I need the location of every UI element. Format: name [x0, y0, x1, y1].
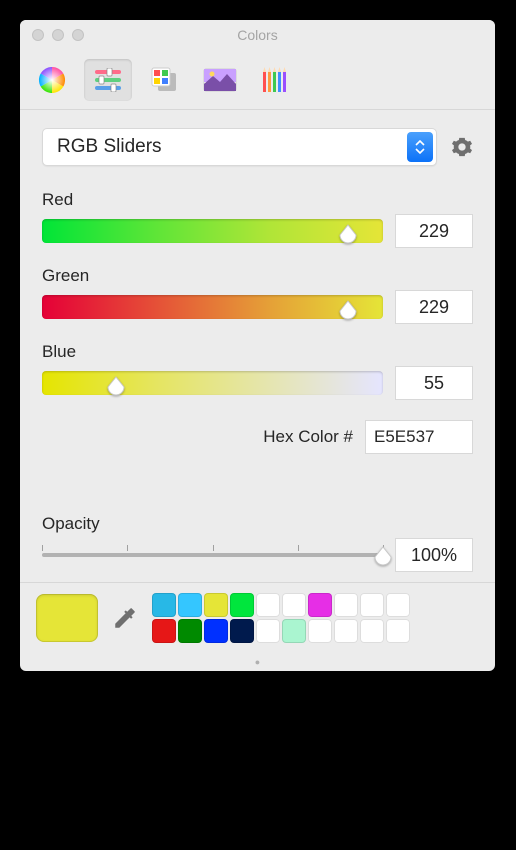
green-slider-thumb[interactable] [337, 299, 359, 321]
footer [20, 582, 495, 657]
green-value-input[interactable] [395, 290, 473, 324]
swatch-grid [152, 593, 410, 643]
color-sliders-tab[interactable] [84, 59, 132, 101]
green-slider[interactable] [42, 295, 383, 319]
swatch[interactable] [386, 619, 410, 643]
select-arrows-icon [407, 132, 433, 162]
hex-row: Hex Color # [42, 420, 473, 454]
swatch[interactable] [230, 593, 254, 617]
current-color-well[interactable] [36, 594, 98, 642]
swatch[interactable] [386, 593, 410, 617]
image-palettes-tab[interactable] [196, 59, 244, 101]
red-value-input[interactable] [395, 214, 473, 248]
slider-mode-select[interactable]: RGB Sliders [42, 128, 437, 166]
red-slider[interactable] [42, 219, 383, 243]
hex-label: Hex Color # [263, 427, 353, 447]
eyedropper-icon[interactable] [112, 605, 138, 631]
picker-toolbar [20, 50, 495, 110]
swatch[interactable] [152, 619, 176, 643]
red-label: Red [42, 190, 473, 210]
blue-slider[interactable] [42, 371, 383, 395]
minimize-window-button[interactable] [52, 29, 64, 41]
opacity-label: Opacity [42, 514, 473, 534]
blue-label: Blue [42, 342, 473, 362]
pencils-icon [261, 66, 291, 94]
swatch[interactable] [282, 619, 306, 643]
slider-mode-label: RGB Sliders [43, 136, 162, 158]
titlebar: Colors [20, 20, 495, 50]
swatch[interactable] [204, 593, 228, 617]
mode-row: RGB Sliders [42, 128, 473, 166]
green-channel: Green [42, 266, 473, 324]
opacity-slider-thumb[interactable] [372, 545, 394, 567]
content-area: RGB Sliders Red Gree [20, 110, 495, 582]
window-title: Colors [20, 27, 495, 43]
swatch[interactable] [178, 593, 202, 617]
traffic-lights [20, 29, 84, 41]
opacity-section: Opacity [42, 514, 473, 572]
green-label: Green [42, 266, 473, 286]
hex-value-input[interactable] [365, 420, 473, 454]
image-icon [203, 68, 237, 92]
colors-window: Colors [20, 20, 495, 671]
swatch[interactable] [334, 619, 358, 643]
color-wheel-tab[interactable] [28, 59, 76, 101]
opacity-value-input[interactable] [395, 538, 473, 572]
color-palettes-tab[interactable] [140, 59, 188, 101]
zoom-window-button[interactable] [72, 29, 84, 41]
swatch[interactable] [282, 593, 306, 617]
swatch[interactable] [360, 619, 384, 643]
swatch[interactable] [204, 619, 228, 643]
blue-channel: Blue [42, 342, 473, 400]
gear-icon[interactable] [451, 136, 473, 158]
swatch[interactable] [256, 593, 280, 617]
swatch[interactable] [334, 593, 358, 617]
swatch[interactable] [152, 593, 176, 617]
swatch[interactable] [178, 619, 202, 643]
opacity-slider[interactable] [42, 553, 383, 557]
swatch[interactable] [256, 619, 280, 643]
swatch[interactable] [360, 593, 384, 617]
color-wheel-icon [38, 66, 66, 94]
sliders-icon [93, 68, 123, 92]
palette-icon [149, 66, 179, 94]
pager-dot-icon: ● [20, 657, 495, 671]
red-channel: Red [42, 190, 473, 248]
pencils-tab[interactable] [252, 59, 300, 101]
swatch[interactable] [308, 619, 332, 643]
red-slider-thumb[interactable] [337, 223, 359, 245]
close-window-button[interactable] [32, 29, 44, 41]
swatch[interactable] [308, 593, 332, 617]
blue-value-input[interactable] [395, 366, 473, 400]
blue-slider-thumb[interactable] [105, 375, 127, 397]
swatch[interactable] [230, 619, 254, 643]
